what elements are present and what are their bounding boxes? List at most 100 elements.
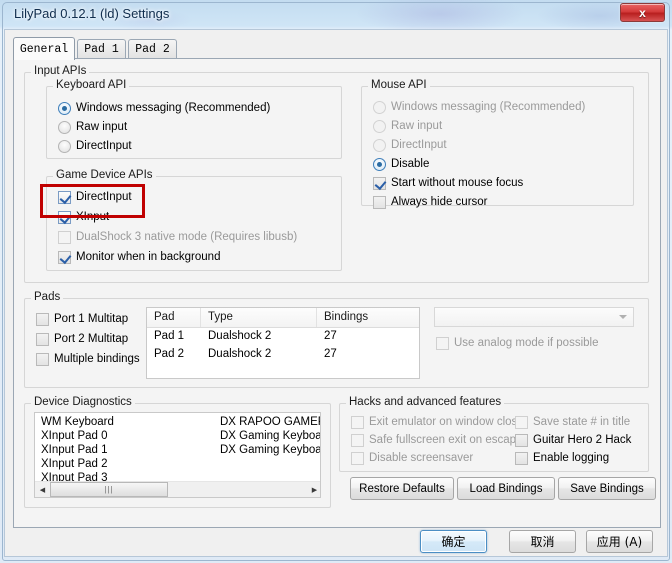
radio-indicator-icon: [373, 157, 386, 171]
close-button[interactable]: x: [620, 3, 665, 22]
device-diagnostics-list[interactable]: WM Keyboard XInput Pad 0 XInput Pad 1 XI…: [34, 412, 321, 498]
column-header-type[interactable]: Type: [201, 308, 317, 327]
checkbox-indicator-icon: [436, 336, 449, 350]
dialog-button-bar: 确定 取消 应用 (A): [5, 528, 667, 556]
settings-window: LilyPad 0.12.1 (ld) Settings x General P…: [0, 0, 672, 563]
checkbox-disable-screensaver: Disable screensaver: [351, 450, 473, 466]
checkbox-gamedevice-xinput[interactable]: XInput: [58, 209, 109, 225]
table-row[interactable]: Pad 2 Dualshock 2 27: [147, 346, 419, 364]
group-game-device-apis: Game Device APIs DirectInput XInput Dual…: [46, 169, 342, 271]
group-hacks-title: Hacks and advanced features: [346, 396, 505, 408]
radio-indicator-icon: [373, 119, 386, 133]
checkbox-indicator-icon: [515, 433, 528, 447]
checkbox-indicator-icon: [351, 433, 364, 447]
ok-button[interactable]: 确定: [420, 530, 487, 553]
radio-indicator-icon: [58, 101, 71, 115]
column-header-bindings[interactable]: Bindings: [317, 308, 419, 327]
checkbox-safe-fullscreen-exit-on-escape: Safe fullscreen exit on escape: [351, 432, 522, 448]
checkbox-indicator-icon: [36, 332, 49, 346]
group-keyboard-api-title: Keyboard API: [53, 79, 130, 91]
checkbox-multiple-bindings[interactable]: Multiple bindings: [36, 351, 140, 367]
checkbox-guitar-hero-2-hack[interactable]: Guitar Hero 2 Hack: [515, 432, 631, 448]
checkbox-indicator-icon: [58, 210, 71, 224]
radio-indicator-icon: [58, 139, 71, 153]
checkbox-indicator-icon: [351, 451, 364, 465]
checkbox-indicator-icon: [58, 230, 71, 244]
pads-table[interactable]: Pad Type Bindings Pad 1 Dualshock 2 27 P…: [146, 307, 420, 379]
list-item[interactable]: DX Gaming Keyboar: [220, 444, 320, 456]
pad-type-combobox[interactable]: [434, 307, 634, 327]
checkbox-indicator-icon: [58, 190, 71, 204]
group-game-device-apis-title: Game Device APIs: [53, 169, 156, 181]
tabstrip: General Pad 1 Pad 2: [13, 37, 661, 60]
checkbox-indicator-icon: [58, 250, 71, 264]
radio-mouse-directinput[interactable]: DirectInput: [373, 137, 447, 153]
scroll-right-arrow-icon[interactable]: ▶: [307, 482, 320, 497]
tab-pad-2[interactable]: Pad 2: [128, 39, 177, 59]
dialog-client-area: General Pad 1 Pad 2 Input APIs Keyboard …: [4, 29, 668, 557]
checkbox-gamedevice-directinput[interactable]: DirectInput: [58, 189, 132, 205]
checkbox-start-without-mouse-focus[interactable]: Start without mouse focus: [373, 175, 523, 191]
group-mouse-api-title: Mouse API: [368, 79, 430, 91]
titlebar: LilyPad 0.12.1 (ld) Settings x: [0, 0, 672, 29]
scroll-left-arrow-icon[interactable]: ◀: [35, 482, 50, 497]
checkbox-gamedevice-monitor-background[interactable]: Monitor when in background: [58, 249, 220, 265]
chevron-down-icon: [619, 315, 627, 319]
group-input-apis: Input APIs Keyboard API Windows messagin…: [24, 65, 649, 283]
list-item[interactable]: XInput Pad 0: [41, 430, 108, 442]
scrollbar-track[interactable]: |||: [50, 482, 307, 497]
tab-panel-general: Input APIs Keyboard API Windows messagin…: [13, 58, 661, 528]
checkbox-exit-emulator-on-window-close: Exit emulator on window close: [351, 414, 524, 430]
group-input-apis-title: Input APIs: [31, 65, 90, 77]
checkbox-enable-logging[interactable]: Enable logging: [515, 450, 609, 466]
radio-keyboard-windows-messaging[interactable]: Windows messaging (Recommended): [58, 100, 270, 116]
list-item[interactable]: XInput Pad 1: [41, 444, 108, 456]
list-item[interactable]: WM Keyboard: [41, 416, 114, 428]
checkbox-save-state-number-in-title: Save state # in title: [515, 414, 630, 430]
window-title: LilyPad 0.12.1 (ld) Settings: [14, 6, 170, 21]
radio-mouse-raw-input[interactable]: Raw input: [373, 118, 442, 134]
group-hacks: Hacks and advanced features Exit emulato…: [339, 396, 649, 472]
checkbox-indicator-icon: [36, 312, 49, 326]
list-item[interactable]: DX Gaming Keyboar: [220, 430, 320, 442]
table-row[interactable]: Pad 1 Dualshock 2 27: [147, 328, 419, 346]
list-item[interactable]: XInput Pad 2: [41, 458, 108, 470]
close-icon: x: [639, 5, 646, 20]
radio-indicator-icon: [373, 100, 386, 114]
radio-mouse-windows-messaging[interactable]: Windows messaging (Recommended): [373, 99, 585, 115]
radio-keyboard-directinput[interactable]: DirectInput: [58, 138, 132, 154]
apply-button[interactable]: 应用 (A): [586, 530, 653, 553]
radio-indicator-icon: [373, 138, 386, 152]
list-item[interactable]: DX RAPOO GAMEPA: [220, 416, 320, 428]
save-bindings-button[interactable]: Save Bindings: [558, 477, 656, 500]
column-header-pad[interactable]: Pad: [147, 308, 201, 327]
checkbox-indicator-icon: [351, 415, 364, 429]
checkbox-indicator-icon: [373, 176, 386, 190]
cancel-button[interactable]: 取消: [509, 530, 576, 553]
group-pads: Pads Port 1 Multitap Port 2 Multitap Mul…: [24, 291, 649, 388]
scrollbar-thumb[interactable]: |||: [50, 482, 168, 497]
checkbox-always-hide-cursor[interactable]: Always hide cursor: [373, 194, 488, 210]
tab-pad-1[interactable]: Pad 1: [77, 39, 126, 59]
checkbox-use-analog-mode: Use analog mode if possible: [436, 335, 598, 351]
radio-indicator-icon: [58, 120, 71, 134]
checkbox-indicator-icon: [36, 352, 49, 366]
radio-keyboard-raw-input[interactable]: Raw input: [58, 119, 127, 135]
tab-general[interactable]: General: [13, 37, 75, 60]
group-device-diagnostics-title: Device Diagnostics: [31, 396, 135, 408]
checkbox-gamedevice-dualshock3-native: DualShock 3 native mode (Requires libusb…: [58, 229, 297, 245]
group-pads-title: Pads: [31, 291, 64, 303]
horizontal-scrollbar[interactable]: ◀ ||| ▶: [35, 481, 320, 497]
group-mouse-api: Mouse API Windows messaging (Recommended…: [361, 79, 634, 209]
pads-table-header: Pad Type Bindings: [147, 308, 419, 328]
group-keyboard-api: Keyboard API Windows messaging (Recommen…: [46, 79, 342, 159]
checkbox-indicator-icon: [515, 451, 528, 465]
load-bindings-button[interactable]: Load Bindings: [457, 477, 555, 500]
checkbox-port-1-multitap[interactable]: Port 1 Multitap: [36, 311, 128, 327]
checkbox-port-2-multitap[interactable]: Port 2 Multitap: [36, 331, 128, 347]
restore-defaults-button[interactable]: Restore Defaults: [350, 477, 454, 500]
group-device-diagnostics: Device Diagnostics WM Keyboard XInput Pa…: [24, 396, 331, 508]
checkbox-indicator-icon: [373, 195, 386, 209]
checkbox-indicator-icon: [515, 415, 528, 429]
radio-mouse-disable[interactable]: Disable: [373, 156, 429, 172]
